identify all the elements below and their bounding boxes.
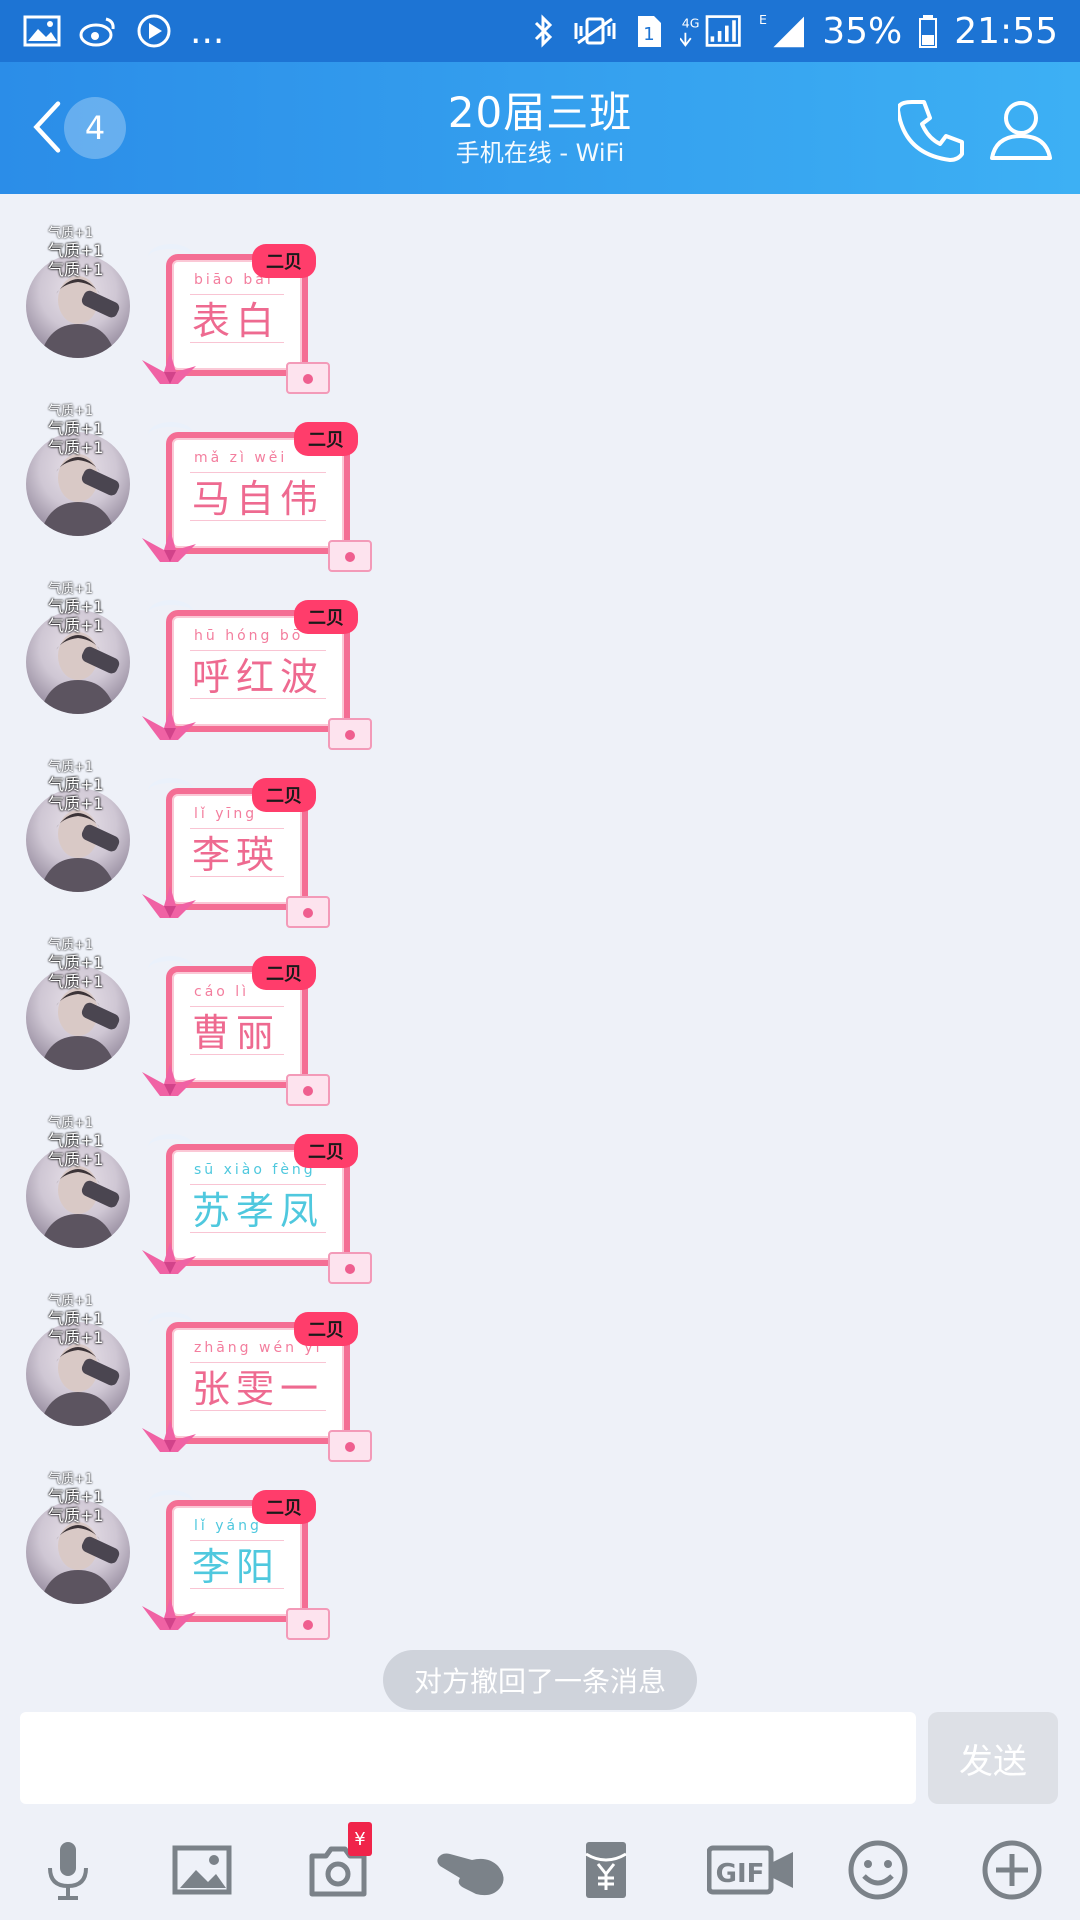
gif-button[interactable]: GIF <box>702 1830 802 1910</box>
pinyin-text: lǐ yīng <box>194 806 258 822</box>
member-title: 气质+1 <box>48 616 104 635</box>
bow-badge: 二贝 <box>294 1312 358 1346</box>
network-4g-icon: 4G <box>680 11 743 51</box>
emoji-button[interactable] <box>838 1830 918 1910</box>
message-row: 气质+1 气质+1 气质+1 zhāng wén yī 张雯一 二贝 <box>0 1278 1080 1462</box>
paper-crane-icon <box>142 886 196 918</box>
red-packet-badge: ¥ <box>348 1822 372 1856</box>
bow-badge: 二贝 <box>294 422 358 456</box>
message-row: 气质+1 气质+1 气质+1 hū hóng bō 呼红波 二贝 <box>0 566 1080 750</box>
bow-badge: 二贝 <box>252 778 316 812</box>
name-text: 曹丽 <box>192 1011 281 1055</box>
pinyin-text: lǐ yáng <box>194 1518 262 1534</box>
play-icon <box>134 11 174 51</box>
pinyin-text: mǎ zì wěi <box>194 450 288 466</box>
paper-crane-icon <box>142 530 196 562</box>
name-text: 马自伟 <box>192 477 325 521</box>
photo-button[interactable] <box>162 1830 242 1910</box>
message-list[interactable]: 气质+1 气质+1 气质+1 biāo bái 表白 二贝 气质+1 气质+1 … <box>0 194 1080 1704</box>
sim-icon: 1 <box>634 11 664 51</box>
member-title: 气质+1 <box>48 1328 104 1347</box>
chat-header: 4 20届三班 手机在线 - WiFi <box>0 62 1080 194</box>
microphone-icon <box>48 1842 88 1900</box>
emoji-icon <box>848 1840 908 1900</box>
message-row: 气质+1 气质+1 气质+1 mǎ zì wěi 马自伟 二贝 <box>0 388 1080 572</box>
red-packet-icon <box>585 1842 627 1898</box>
message-row: 气质+1 气质+1 气质+1 biāo bái 表白 二贝 <box>0 210 1080 394</box>
status-bar: ... 1 4G E 35% 21:55 <box>0 0 1080 62</box>
poke-button[interactable] <box>434 1830 514 1910</box>
member-title: 气质+1 <box>48 794 104 813</box>
name-text: 张雯一 <box>192 1367 325 1411</box>
message-row: 气质+1 气质+1 气质+1 lǐ yīng 李瑛 二贝 <box>0 744 1080 928</box>
member-title: 气质+1 <box>48 1150 104 1169</box>
bow-badge: 二贝 <box>252 244 316 278</box>
paper-crane-icon <box>142 1064 196 1096</box>
message-input[interactable] <box>20 1712 916 1804</box>
paper-crane-icon <box>142 1420 196 1452</box>
send-button[interactable]: 发送 <box>928 1712 1058 1804</box>
bow-badge: 二贝 <box>252 1490 316 1524</box>
gallery-icon <box>22 11 62 51</box>
phone-icon <box>896 100 964 162</box>
battery-icon <box>918 11 938 51</box>
more-button[interactable] <box>972 1830 1052 1910</box>
paper-crane-icon <box>142 1598 196 1630</box>
red-packet-button[interactable] <box>566 1830 646 1910</box>
svg-text:4G: 4G <box>682 15 700 30</box>
signal-icon: E <box>759 11 806 51</box>
call-button[interactable] <box>896 94 968 164</box>
envelope-icon <box>286 1608 330 1640</box>
input-toolbar: ¥ GIF <box>0 1822 1080 1910</box>
bluetooth-icon <box>532 11 556 51</box>
member-title: 气质+1 <box>48 438 104 457</box>
weibo-icon <box>78 11 118 51</box>
recall-notice: 对方撤回了一条消息 <box>383 1650 697 1710</box>
bow-badge: 二贝 <box>294 1134 358 1168</box>
more-notifications: ... <box>190 10 225 52</box>
svg-text:E: E <box>759 13 767 27</box>
pinyin-text: cáo lì <box>194 984 250 1000</box>
svg-text:GIF: GIF <box>716 1859 765 1889</box>
vibrate-mute-icon <box>572 11 618 51</box>
member-title: 气质+1 <box>48 260 104 279</box>
member-title: 气质+1 <box>48 1506 104 1525</box>
bow-badge: 二贝 <box>294 600 358 634</box>
person-icon <box>990 101 1052 160</box>
message-row: 气质+1 气质+1 气质+1 cáo lì 曹丽 二贝 <box>0 922 1080 1106</box>
camera-button[interactable]: ¥ <box>298 1822 378 1910</box>
bow-badge: 二贝 <box>252 956 316 990</box>
group-profile-button[interactable] <box>986 94 1056 164</box>
gif-icon: GIF <box>707 1845 793 1895</box>
message-row: 气质+1 气质+1 气质+1 lǐ yáng 李阳 二贝 <box>0 1456 1080 1640</box>
message-row: 气质+1 气质+1 气质+1 sū xiào fèng 苏孝凤 二贝 <box>0 1100 1080 1284</box>
name-text: 李阳 <box>192 1545 281 1589</box>
name-text: 表白 <box>192 299 281 343</box>
image-icon <box>172 1845 232 1895</box>
paper-crane-icon <box>142 352 196 384</box>
paper-crane-icon <box>142 1242 196 1274</box>
name-text: 呼红波 <box>192 655 325 699</box>
paper-crane-icon <box>142 708 196 740</box>
battery-percent: 35% <box>822 10 903 52</box>
poke-icon <box>437 1853 504 1896</box>
member-title: 气质+1 <box>48 972 104 991</box>
name-text: 苏孝凤 <box>192 1189 325 1233</box>
pinyin-text: hū hóng bō <box>194 628 304 644</box>
voice-button[interactable] <box>28 1830 108 1910</box>
name-text: 李瑛 <box>192 833 281 877</box>
plus-icon <box>982 1840 1042 1900</box>
pinyin-text: sū xiào fèng <box>194 1162 316 1178</box>
clock: 21:55 <box>954 10 1058 52</box>
svg-text:1: 1 <box>644 24 655 45</box>
